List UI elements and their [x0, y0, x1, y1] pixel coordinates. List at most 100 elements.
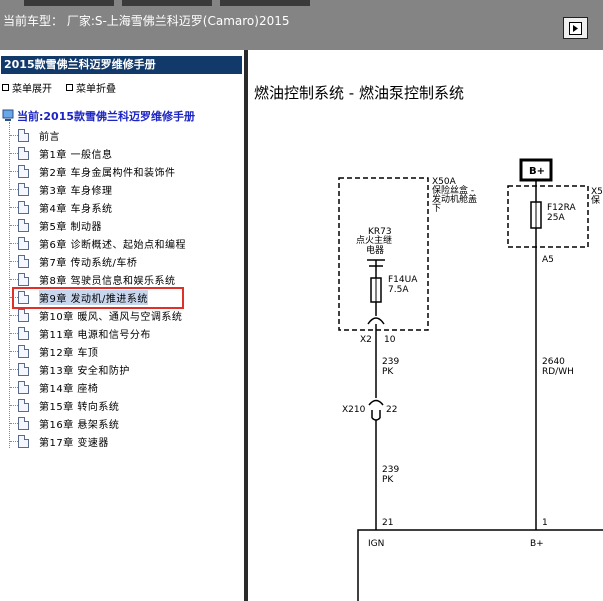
tree-chapter-item[interactable]: 第15章 转向系统 [18, 396, 119, 414]
document-icon [18, 308, 29, 322]
bottom-pin-right: 1 [542, 518, 548, 528]
tree-chapter-item[interactable]: 第7章 传动系统/车桥 [18, 252, 137, 270]
tree-chapter-label: 第15章 转向系统 [39, 401, 120, 413]
document-icon [18, 326, 29, 340]
battery-label: B+ [529, 166, 545, 177]
tree-chapter-item[interactable]: 第8章 驾驶员信息和娱乐系统 [18, 270, 176, 288]
relay-desc-2: 电器 [366, 244, 384, 256]
panel-toggle-button[interactable] [563, 17, 588, 39]
tree-connector-branch [10, 261, 18, 262]
tree-chapter-item[interactable]: 第1章 一般信息 [18, 144, 113, 162]
tree-connector-branch [10, 279, 18, 280]
top-bar: 当前车型： 厂家:S-上海雪佛兰科迈罗(Camaro)2015 [0, 0, 603, 50]
document-icon [18, 344, 29, 358]
tree-chapter-item[interactable]: 第16章 悬架系统 [18, 414, 119, 432]
tree-chapter-item[interactable]: 第5章 制动器 [18, 216, 102, 234]
expand-menu-label: 菜单展开 [12, 84, 52, 95]
tree-chapter-label: 第6章 诊断概述、起始点和编程 [39, 239, 187, 251]
connector-left-pin: 10 [384, 335, 396, 345]
current-car-model: 当前车型： 厂家:S-上海雪佛兰科迈罗(Camaro)2015 [3, 14, 290, 28]
tree-connector-branch [10, 153, 18, 154]
tree-chapter-label: 第2章 车身金属构件和装饰件 [39, 167, 176, 179]
tree-connector-branch [10, 207, 18, 208]
tree-chapter-item[interactable]: 第2章 车身金属构件和装饰件 [18, 162, 176, 180]
document-icon [18, 416, 29, 430]
tree-root-label: 当前:2015款雪佛兰科迈罗维修手册 [17, 110, 196, 123]
fuse-left-rating: 7.5A [388, 285, 409, 295]
tree-chapter-item[interactable]: 第6章 诊断概述、起始点和编程 [18, 234, 186, 252]
computer-icon [2, 109, 14, 121]
document-icon [18, 362, 29, 376]
tree-connector-branch [10, 315, 18, 316]
document-icon [18, 200, 29, 214]
tree-connector-branch [10, 189, 18, 190]
connector-symbol [367, 317, 385, 325]
expand-menu-button[interactable]: 菜单展开 [2, 80, 52, 95]
tree-chapter-label: 第8章 驾驶员信息和娱乐系统 [39, 275, 176, 287]
wire-right-num: 2640 [542, 357, 565, 367]
tree-connector-branch [10, 387, 18, 388]
left-box-desc-3: 下 [432, 204, 441, 214]
wire-left-1-color: PK [382, 367, 394, 377]
inline-connector-id: X210 [342, 405, 366, 415]
fuse-right-id: F12RA [547, 203, 577, 213]
tree-connector-branch [10, 171, 18, 172]
manual-title: 2015款雪佛兰科迈罗维修手册 [1, 56, 242, 74]
square-icon [2, 84, 9, 91]
document-icon [18, 146, 29, 160]
menu-controls: 菜单展开 菜单折叠 [2, 80, 116, 95]
tree-chapter-label: 第7章 传动系统/车桥 [39, 257, 138, 269]
module-outline [357, 529, 603, 601]
arrow-right-icon [569, 21, 582, 35]
right-box-desc: 保 [591, 194, 600, 206]
tree-chapter-label: 第3章 车身修理 [39, 185, 113, 197]
tree-chapter-label: 第10章 暖风、通风与空调系统 [39, 311, 183, 323]
tree-chapter-item[interactable]: 第4章 车身系统 [18, 198, 113, 216]
toolbar-tab[interactable] [122, 0, 212, 6]
tree-chapter-item[interactable]: 第11章 电源和信号分布 [18, 324, 151, 342]
bottom-label-left: IGN [368, 539, 384, 549]
collapse-menu-button[interactable]: 菜单折叠 [66, 80, 116, 95]
tree-chapter-label: 前言 [39, 131, 60, 143]
fuse-left-id: F14UA [388, 275, 418, 285]
relay-desc-1: 点火主继 [356, 234, 392, 246]
fuse-right-rating: 25A [547, 213, 565, 223]
bottom-label-right: B+ [530, 539, 544, 549]
tree-connector-branch [10, 423, 18, 424]
toolbar-tab[interactable] [24, 0, 114, 6]
tree-connector-branch [10, 333, 18, 334]
tree-root[interactable]: 当前:2015款雪佛兰科迈罗维修手册 [2, 108, 195, 124]
tree-chapter-label: 第17章 变速器 [39, 437, 109, 449]
tree-connector-branch [10, 441, 18, 442]
tree-connector-branch [10, 351, 18, 352]
document-icon [18, 164, 29, 178]
tree-chapter-item[interactable]: 前言 [18, 126, 60, 144]
wire-right-color: RD/WH [542, 367, 574, 377]
toolbar-tab[interactable] [220, 0, 310, 6]
document-icon [18, 434, 29, 448]
bottom-pin-left: 21 [382, 518, 393, 528]
document-icon [18, 254, 29, 268]
collapse-menu-label: 菜单折叠 [76, 84, 116, 95]
tree-chapter-label: 第12章 车顶 [39, 347, 99, 359]
document-icon [18, 380, 29, 394]
inline-connector-cap [371, 417, 381, 421]
tree-chapter-item[interactable]: 第12章 车顶 [18, 342, 98, 360]
tree-connector-branch [10, 243, 18, 244]
wiring-diagram: X50A 保险丝盒 - 发动机舱盖 下 KR73 点火主继 电器 F14UA 7… [338, 158, 603, 601]
tree-chapter-label: 第4章 车身系统 [39, 203, 113, 215]
tree-chapter-label: 第14章 座椅 [39, 383, 99, 395]
document-icon [18, 272, 29, 286]
document-icon [18, 128, 29, 142]
inline-connector-pin-label: 22 [386, 405, 397, 415]
document-icon [18, 236, 29, 250]
tree-chapter-item[interactable]: 第17章 变速器 [18, 432, 109, 450]
document-icon [18, 182, 29, 196]
tree-chapter-label: 第13章 安全和防护 [39, 365, 130, 377]
square-icon [66, 84, 73, 91]
tree-chapter-item[interactable]: 第14章 座椅 [18, 378, 98, 396]
tree-chapter-item[interactable]: 第3章 车身修理 [18, 180, 113, 198]
tree-chapter-label: 第1章 一般信息 [39, 149, 113, 161]
tree-chapter-item[interactable]: 第13章 安全和防护 [18, 360, 130, 378]
right-pin-label: A5 [542, 255, 554, 265]
